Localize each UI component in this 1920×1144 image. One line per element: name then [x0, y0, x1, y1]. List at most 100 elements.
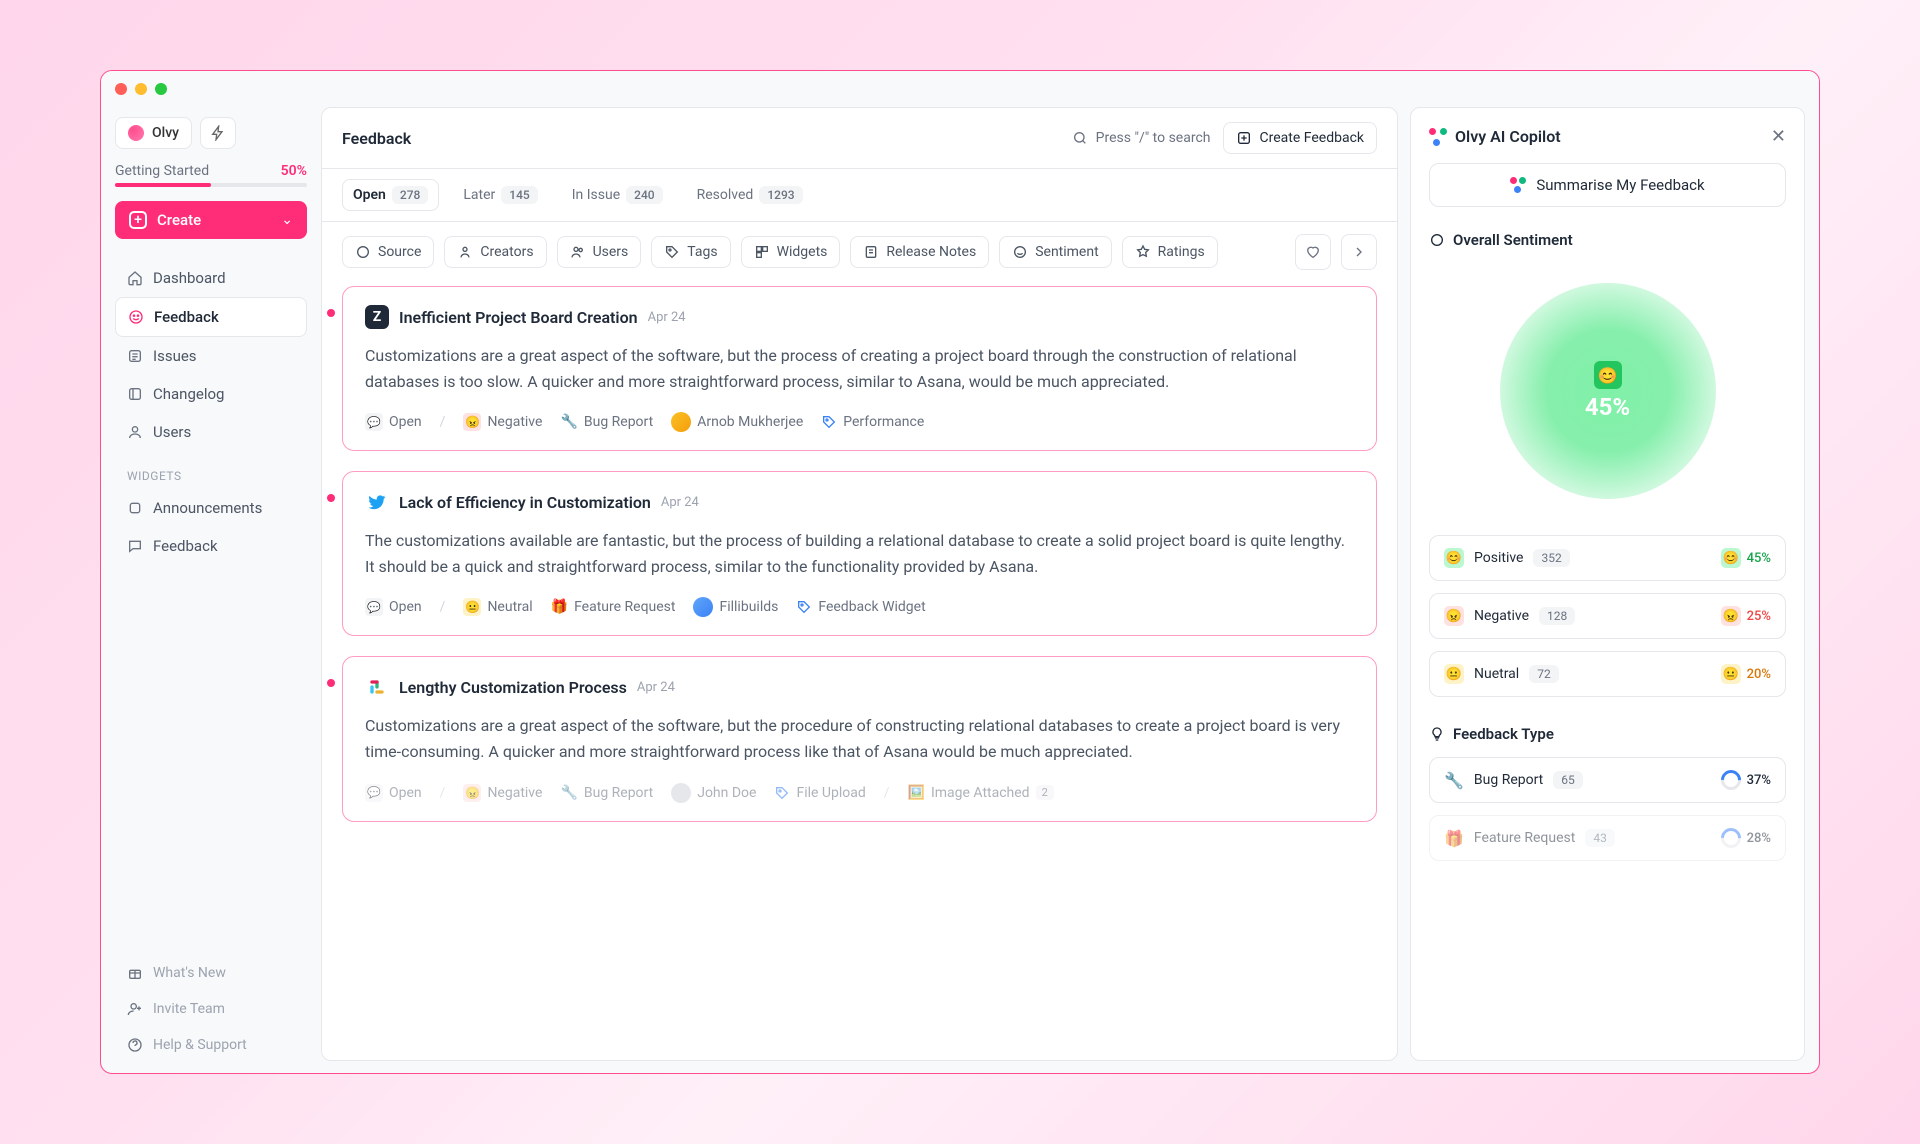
- filter-label: Widgets: [777, 244, 828, 260]
- nav-label: Issues: [153, 347, 197, 365]
- tab-count: 278: [392, 186, 428, 204]
- heart-icon: [1305, 244, 1321, 260]
- feedback-card[interactable]: Lack of Efficiency in Customization Apr …: [342, 471, 1377, 636]
- brand-name: Olvy: [152, 125, 179, 141]
- chat-bubble-icon: 💬: [365, 413, 383, 431]
- tab-later[interactable]: Later 145: [453, 180, 547, 210]
- sidebar-item-changelog[interactable]: Changelog: [115, 375, 307, 413]
- negative-face-icon: 😠: [1721, 606, 1741, 626]
- feedback-type-feature[interactable]: 🎁 Feature Request 43 28%: [1429, 815, 1786, 861]
- sidebar-whats-new[interactable]: What's New: [115, 955, 307, 991]
- list-icon: [127, 348, 143, 364]
- help-icon: [127, 1037, 143, 1053]
- negative-face-icon: 😠: [463, 413, 481, 431]
- avatar-icon: [693, 597, 713, 617]
- card-body: The customizations available are fantast…: [365, 528, 1354, 579]
- feedback-type-header: Feedback Type: [1429, 725, 1786, 743]
- tab-label: Open: [353, 187, 386, 203]
- tab-count: 145: [501, 186, 537, 204]
- avatar-icon: [671, 783, 691, 803]
- tab-open[interactable]: Open 278: [342, 179, 439, 211]
- widgets-header: WIDGETS: [127, 469, 295, 483]
- sidebar-item-users[interactable]: Users: [115, 413, 307, 451]
- close-copilot-button[interactable]: ✕: [1771, 126, 1786, 147]
- sentiment-list: 😊 Positive 352 😊45% 😠 Negative 128 😠25% …: [1429, 535, 1786, 697]
- copilot-title: Olvy AI Copilot: [1455, 127, 1561, 146]
- filter-label: Users: [593, 244, 629, 260]
- minimize-window-icon[interactable]: [135, 83, 147, 95]
- slack-icon: [365, 675, 389, 699]
- chevron-right-icon: [1351, 244, 1367, 260]
- tab-label: In Issue: [572, 187, 620, 203]
- sentiment-icon: [1012, 244, 1028, 260]
- progress-ring-icon: [1716, 824, 1744, 852]
- feature-icon: 🎁: [1444, 829, 1464, 848]
- bulb-icon: [1429, 726, 1445, 742]
- filter-release-notes[interactable]: Release Notes: [850, 236, 989, 268]
- megaphone-icon: [127, 500, 143, 516]
- tag-icon: [774, 785, 790, 801]
- neutral-face-icon: 😐: [1721, 664, 1741, 684]
- sidebar-widget-announcements[interactable]: Announcements: [115, 489, 307, 527]
- feedback-card[interactable]: Lengthy Customization Process Apr 24 Cus…: [342, 656, 1377, 821]
- plus-square-icon: [1236, 130, 1252, 146]
- filter-label: Tags: [687, 244, 717, 260]
- tab-in-issue[interactable]: In Issue 240: [562, 180, 673, 210]
- neutral-face-icon: 😐: [463, 598, 481, 616]
- close-window-icon[interactable]: [115, 83, 127, 95]
- bug-icon: 🔧: [1444, 771, 1464, 790]
- getting-started-label: Getting Started: [115, 163, 209, 179]
- home-icon: [127, 270, 143, 286]
- nav-label: Dashboard: [153, 269, 226, 287]
- sentiment-gauge: 😊 45%: [1429, 263, 1786, 535]
- feedback-type-bug[interactable]: 🔧 Bug Report 65 37%: [1429, 757, 1786, 803]
- filter-users[interactable]: Users: [557, 236, 642, 268]
- nav-label: Feedback: [153, 537, 218, 555]
- tab-label: Later: [463, 187, 495, 203]
- tag-icon: [664, 244, 680, 260]
- create-button[interactable]: + Create ⌄: [115, 201, 307, 239]
- sidebar-help[interactable]: Help & Support: [115, 1027, 307, 1063]
- sentiment-positive[interactable]: 😊 Positive 352 😊45%: [1429, 535, 1786, 581]
- search-hint[interactable]: Press "/" to search: [1072, 130, 1211, 146]
- brand-logo-icon: [128, 125, 144, 141]
- sentiment-neutral[interactable]: 😐 Nuetral 72 😐20%: [1429, 651, 1786, 697]
- tag-icon: [821, 414, 837, 430]
- sidebar-item-dashboard[interactable]: Dashboard: [115, 259, 307, 297]
- filter-source[interactable]: Source: [342, 236, 434, 268]
- positive-face-icon: 😊: [1444, 548, 1464, 568]
- maximize-window-icon[interactable]: [155, 83, 167, 95]
- bug-icon: 🔧: [560, 414, 577, 430]
- sidebar-widget-feedback[interactable]: Feedback: [115, 527, 307, 565]
- tag-meta: Performance: [821, 414, 924, 430]
- favorite-button[interactable]: [1295, 234, 1331, 270]
- feedback-card[interactable]: Z Inefficient Project Board Creation Apr…: [342, 286, 1377, 451]
- source-icon: [355, 244, 371, 260]
- quick-action-button[interactable]: [200, 117, 236, 149]
- nav-label: What's New: [153, 965, 226, 981]
- summarise-label: Summarise My Feedback: [1536, 176, 1704, 194]
- filter-ratings[interactable]: Ratings: [1122, 236, 1218, 268]
- sentiment-negative[interactable]: 😠 Negative 128 😠25%: [1429, 593, 1786, 639]
- tab-count: 240: [626, 186, 662, 204]
- sidebar-item-feedback[interactable]: Feedback: [115, 297, 307, 337]
- positive-face-icon: 😊: [1721, 548, 1741, 568]
- filter-widgets[interactable]: Widgets: [741, 236, 841, 268]
- sidebar-item-issues[interactable]: Issues: [115, 337, 307, 375]
- widgets-icon: [754, 244, 770, 260]
- tab-resolved[interactable]: Resolved 1293: [687, 180, 813, 210]
- filters-next-button[interactable]: [1341, 234, 1377, 270]
- unread-dot-icon: [327, 679, 335, 687]
- copilot-logo-icon: [1429, 128, 1447, 146]
- summarise-button[interactable]: Summarise My Feedback: [1429, 163, 1786, 207]
- filter-sentiment[interactable]: Sentiment: [999, 236, 1111, 268]
- filter-creators[interactable]: Creators: [444, 236, 546, 268]
- nav-label: Invite Team: [153, 1001, 225, 1017]
- filter-tags[interactable]: Tags: [651, 236, 730, 268]
- sidebar-invite-team[interactable]: Invite Team: [115, 991, 307, 1027]
- getting-started-row[interactable]: Getting Started 50%: [115, 163, 307, 179]
- filter-label: Creators: [480, 244, 533, 260]
- create-feedback-button[interactable]: Create Feedback: [1223, 122, 1377, 154]
- plus-icon: +: [129, 211, 147, 229]
- brand-badge[interactable]: Olvy: [115, 117, 192, 149]
